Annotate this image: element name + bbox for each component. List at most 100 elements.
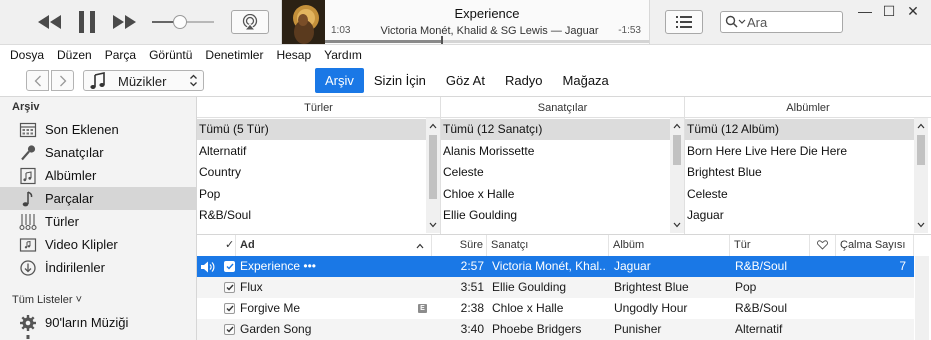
list-item[interactable]: Ellie Goulding: [441, 205, 670, 226]
sidebar-item-songs[interactable]: Parçalar: [0, 187, 196, 210]
list-item[interactable]: Tümü (12 Sanatçı): [441, 119, 670, 140]
menu-help[interactable]: Yardım: [324, 48, 362, 62]
volume-slider[interactable]: [152, 15, 216, 29]
tab-store[interactable]: Mağaza: [553, 68, 619, 93]
sidebar-item-artists[interactable]: Sanatçılar: [0, 141, 196, 164]
menu-edit[interactable]: Düzen: [57, 48, 92, 62]
menu-file[interactable]: Dosya: [10, 48, 44, 62]
column-header-album[interactable]: Albüm: [609, 235, 730, 256]
search-input[interactable]: [747, 13, 839, 31]
sidebar-item-label: Parçalar: [45, 191, 94, 206]
close-window-button[interactable]: ✕: [902, 2, 924, 20]
minimize-window-button[interactable]: —: [854, 2, 876, 20]
tab-for-you[interactable]: Sizin İçin: [364, 68, 436, 93]
table-row[interactable]: Flux 3:51 Ellie Goulding Brightest Blue …: [197, 277, 914, 298]
search-icon[interactable]: [725, 15, 747, 29]
list-item[interactable]: Alternatif: [197, 141, 426, 162]
pause-button[interactable]: [74, 9, 100, 35]
tab-browse[interactable]: Göz At: [436, 68, 495, 93]
table-row[interactable]: Forgive Me E 2:38 Chloe x Halle Ungodly …: [197, 298, 914, 319]
list-item[interactable]: Tümü (5 Tür): [197, 119, 426, 140]
song-checkbox[interactable]: [224, 303, 235, 314]
sidebar-item-downloaded[interactable]: İndirilenler: [0, 256, 196, 279]
song-checkbox[interactable]: [224, 261, 235, 272]
song-album[interactable]: Punisher: [614, 319, 728, 340]
table-row[interactable]: Garden Song 3:40 Phoebe Bridgers Punishe…: [197, 319, 914, 340]
next-track-button[interactable]: [110, 11, 138, 33]
menu-account[interactable]: Hesap: [276, 48, 311, 62]
library-tabs: Arşiv Sizin İçin Göz At Radyo Mağaza: [315, 68, 619, 94]
column-header-check[interactable]: ✓: [219, 235, 236, 256]
genres-scrollbar[interactable]: [426, 118, 440, 233]
player-toolbar: Experience 1:03 Victoria Monét, Khalid &…: [0, 0, 931, 44]
column-header-time[interactable]: Süre: [432, 235, 487, 256]
table-row[interactable]: Experience ••• 2:57 Victoria Monét, Khal…: [197, 256, 914, 277]
previous-track-button[interactable]: [36, 11, 64, 33]
list-item[interactable]: Country: [197, 162, 426, 183]
scroll-thumb[interactable]: [673, 135, 681, 165]
song-album[interactable]: Ungodly Hour: [614, 298, 728, 319]
genres-column: Türler Tümü (5 Tür) Alternatif Country P…: [197, 97, 441, 234]
column-header-artist[interactable]: Sanatçı: [487, 235, 609, 256]
scroll-thumb[interactable]: [429, 135, 437, 199]
playback-progress-bar[interactable]: [325, 36, 649, 44]
scroll-down-arrow-icon[interactable]: [670, 218, 684, 232]
menu-song[interactable]: Parça: [105, 48, 136, 62]
scroll-down-arrow-icon[interactable]: [426, 218, 440, 232]
column-header-name[interactable]: Ad: [236, 235, 432, 256]
list-item[interactable]: Celeste: [441, 162, 670, 183]
song-checkbox[interactable]: [224, 282, 235, 293]
scroll-up-arrow-icon[interactable]: [914, 119, 928, 133]
media-type-select[interactable]: Müzikler: [83, 70, 204, 91]
column-header-plays[interactable]: Çalma Sayısı: [836, 235, 914, 256]
up-next-button[interactable]: [665, 10, 703, 34]
song-artist[interactable]: Ellie Goulding: [492, 277, 607, 298]
list-item[interactable]: Tümü (12 Albüm): [685, 119, 914, 140]
sidebar-item-recently-added[interactable]: Son Eklenen: [0, 118, 196, 141]
maximize-window-button[interactable]: ☐: [878, 2, 900, 20]
albums-column: Albümler Tümü (12 Albüm) Born Here Live …: [685, 97, 931, 234]
sidebar-playlist-90s-music[interactable]: 90'ların Müziği: [0, 311, 196, 334]
scroll-up-arrow-icon[interactable]: [670, 119, 684, 133]
song-artist[interactable]: Phoebe Bridgers: [492, 319, 607, 340]
songs-scrollbar[interactable]: [915, 256, 929, 340]
remaining-time: -1:53: [618, 25, 641, 36]
scroll-down-arrow-icon[interactable]: [914, 218, 928, 232]
back-button[interactable]: [26, 70, 49, 91]
list-item[interactable]: Alanis Morissette: [441, 141, 670, 162]
song-album[interactable]: Brightest Blue: [614, 277, 728, 298]
column-header-genre[interactable]: Tür: [730, 235, 810, 256]
song-checkbox[interactable]: [224, 324, 235, 335]
download-icon: [20, 260, 36, 276]
forward-button[interactable]: [51, 70, 74, 91]
list-item[interactable]: R&B/Soul: [197, 205, 426, 226]
menu-controls[interactable]: Denetimler: [205, 48, 263, 62]
scroll-up-arrow-icon[interactable]: [426, 119, 440, 133]
sidebar-item-music-videos[interactable]: Video Klipler: [0, 233, 196, 256]
list-item[interactable]: Chloe x Halle: [441, 184, 670, 205]
tab-library[interactable]: Arşiv: [315, 68, 364, 93]
list-item[interactable]: Celeste: [685, 184, 914, 205]
list-item[interactable]: Born Here Live Here Die Here: [685, 141, 914, 162]
tab-radio[interactable]: Radyo: [495, 68, 553, 93]
song-artist[interactable]: Chloe x Halle: [492, 298, 607, 319]
song-album[interactable]: Jaguar: [614, 256, 728, 277]
song-artist[interactable]: Victoria Monét, Khal...: [492, 256, 607, 277]
albums-scrollbar[interactable]: [914, 118, 928, 233]
now-playing-artist: Victoria Monét, Khalid & SG Lewis — Jagu…: [380, 25, 599, 37]
list-item[interactable]: Brightest Blue: [685, 162, 914, 183]
list-item[interactable]: Jaguar: [685, 205, 914, 226]
sidebar-item-genres[interactable]: Türler: [0, 210, 196, 233]
album-artwork[interactable]: [282, 0, 325, 44]
scroll-thumb[interactable]: [917, 135, 925, 165]
playlists-heading[interactable]: Tüm Listeler ˅: [12, 294, 82, 306]
menu-view[interactable]: Görüntü: [149, 48, 192, 62]
column-header-love[interactable]: [810, 235, 836, 256]
list-item[interactable]: Pop: [197, 184, 426, 205]
search-box[interactable]: [720, 11, 843, 33]
airplay-button[interactable]: [231, 10, 269, 34]
volume-knob[interactable]: [172, 15, 187, 29]
playhead[interactable]: [440, 36, 443, 44]
sidebar-item-albums[interactable]: Albümler: [0, 164, 196, 187]
artists-scrollbar[interactable]: [670, 118, 684, 233]
